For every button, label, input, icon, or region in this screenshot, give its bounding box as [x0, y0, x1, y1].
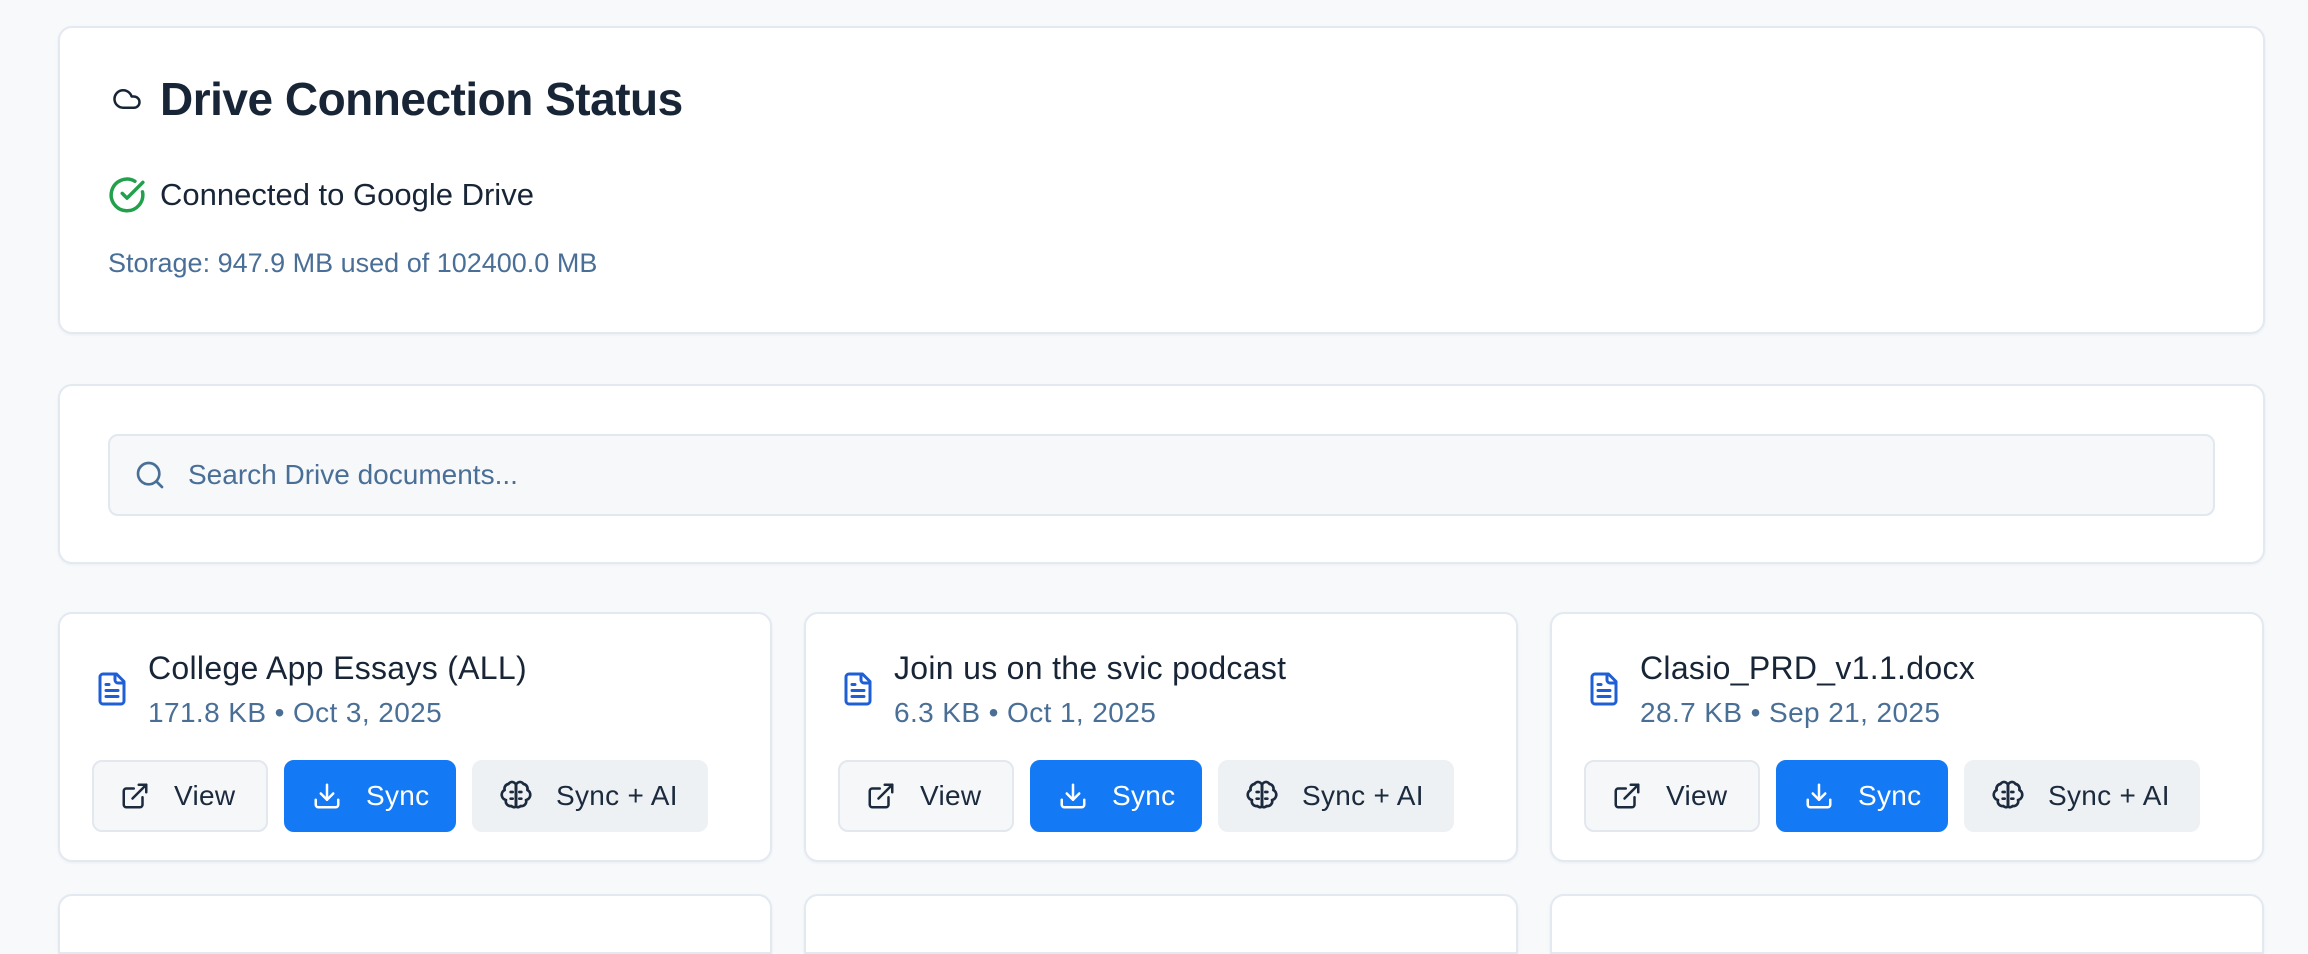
- file-text-icon: [840, 668, 876, 729]
- view-button-label: View: [1666, 780, 1728, 811]
- brain-icon: [500, 780, 532, 812]
- download-icon: [1804, 781, 1834, 811]
- view-button[interactable]: View: [1584, 760, 1760, 832]
- document-grid: College App Essays (ALL) 171.8 KB • Oct …: [58, 612, 2265, 954]
- sync-ai-button-label: Sync + AI: [1302, 780, 1424, 811]
- view-button-label: View: [920, 780, 982, 811]
- sync-ai-button-label: Sync + AI: [2048, 780, 2170, 811]
- document-card: [1550, 894, 2264, 954]
- download-icon: [1058, 781, 1088, 811]
- brain-icon: [1246, 780, 1278, 812]
- sync-ai-button[interactable]: Sync + AI: [472, 760, 708, 832]
- document-actions: View Sync Sync + AI: [92, 760, 708, 832]
- document-card: College App Essays (ALL) 171.8 KB • Oct …: [58, 612, 772, 862]
- sync-ai-button[interactable]: Sync + AI: [1964, 760, 2200, 832]
- external-link-icon: [120, 781, 150, 811]
- connection-status-card: Drive Connection Status Connected to Goo…: [58, 26, 2265, 334]
- connection-label: Connected to Google Drive: [160, 177, 534, 212]
- sync-ai-button[interactable]: Sync + AI: [1218, 760, 1454, 832]
- sync-button[interactable]: Sync: [1030, 760, 1202, 832]
- view-button-label: View: [174, 780, 236, 811]
- search-box[interactable]: [108, 434, 2215, 516]
- file-text-icon: [1586, 668, 1622, 729]
- search-input[interactable]: [188, 459, 2213, 491]
- check-circle-icon: [108, 176, 146, 214]
- document-meta: 171.8 KB • Oct 3, 2025: [148, 697, 443, 728]
- status-header: Drive Connection Status: [108, 72, 683, 126]
- document-meta: 6.3 KB • Oct 1, 2025: [894, 697, 1157, 728]
- document-card: Join us on the svic podcast 6.3 KB • Oct…: [804, 612, 1518, 862]
- document-meta: 28.7 KB • Sep 21, 2025: [1640, 697, 1941, 728]
- external-link-icon: [866, 781, 896, 811]
- search-icon: [134, 459, 166, 491]
- search-card: [58, 384, 2265, 564]
- document-name: College App Essays (ALL): [148, 650, 527, 686]
- sync-button[interactable]: Sync: [284, 760, 456, 832]
- document-name: Clasio_PRD_v1.1.docx: [1640, 650, 1976, 686]
- document-actions: View Sync Sync + AI: [838, 760, 1454, 832]
- document-actions: View Sync Sync + AI: [1584, 760, 2200, 832]
- sync-button-label: Sync: [366, 780, 430, 811]
- drive-page: Drive Connection Status Connected to Goo…: [58, 26, 2265, 954]
- view-button[interactable]: View: [92, 760, 268, 832]
- sync-ai-button-label: Sync + AI: [556, 780, 678, 811]
- document-name: Join us on the svic podcast: [894, 650, 1287, 686]
- brain-icon: [1992, 780, 2024, 812]
- connection-status: Connected to Google Drive: [108, 176, 534, 214]
- storage-usage: Storage: 947.9 MB used of 102400.0 MB: [108, 248, 598, 278]
- page-title: Drive Connection Status: [160, 73, 683, 125]
- download-icon: [312, 781, 342, 811]
- document-header: Join us on the svic podcast 6.3 KB • Oct…: [840, 650, 1286, 729]
- document-header: College App Essays (ALL) 171.8 KB • Oct …: [94, 650, 527, 729]
- document-card: [804, 894, 1518, 954]
- document-card: Clasio_PRD_v1.1.docx 28.7 KB • Sep 21, 2…: [1550, 612, 2264, 862]
- sync-button-label: Sync: [1112, 780, 1176, 811]
- sync-button[interactable]: Sync: [1776, 760, 1948, 832]
- external-link-icon: [1612, 781, 1642, 811]
- file-text-icon: [94, 668, 130, 729]
- view-button[interactable]: View: [838, 760, 1014, 832]
- sync-button-label: Sync: [1858, 780, 1922, 811]
- cloud-icon: [108, 84, 146, 114]
- document-header: Clasio_PRD_v1.1.docx 28.7 KB • Sep 21, 2…: [1586, 650, 1975, 729]
- document-card: [58, 894, 772, 954]
